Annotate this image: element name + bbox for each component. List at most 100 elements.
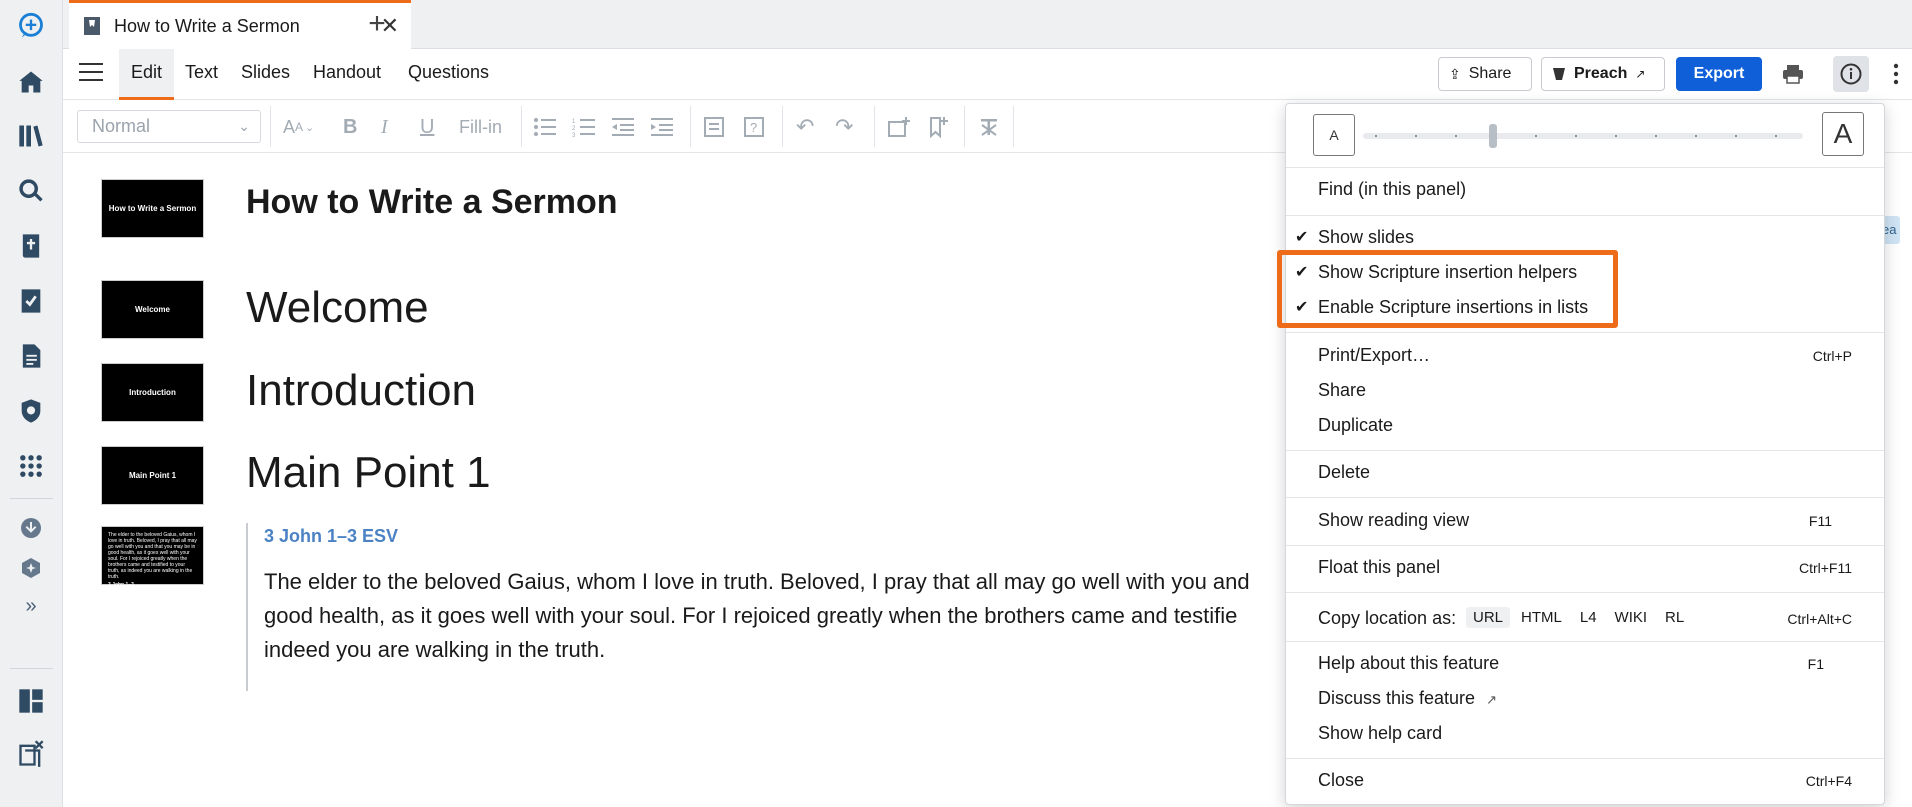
menu-item-discuss-feature[interactable]: Discuss this feature ↗ (1318, 688, 1497, 709)
paragraph-style-select[interactable]: Normal ⌄ (77, 110, 261, 143)
slide-thumbnail[interactable]: How to Write a Sermon (102, 180, 203, 237)
slide-thumbnail[interactable]: Main Point 1 (102, 447, 203, 504)
shortcut-print-export: Ctrl+P (1812, 348, 1852, 364)
menu-item-reading-view[interactable]: Show reading view (1318, 510, 1469, 531)
copy-option-url[interactable]: URL (1466, 607, 1511, 628)
copy-location-label: Copy location as: (1318, 608, 1457, 628)
preach-button[interactable]: Preach ↗ (1541, 57, 1665, 91)
numbered-list-icon[interactable]: 123 (572, 114, 596, 140)
add-slide-icon[interactable] (887, 114, 911, 140)
menu-item-duplicate[interactable]: Duplicate (1318, 415, 1393, 436)
bold-icon[interactable]: B (343, 114, 357, 140)
search-icon[interactable] (15, 175, 47, 207)
hexagon-badge-icon[interactable] (15, 552, 47, 584)
font-smaller-button[interactable]: A (1313, 114, 1355, 156)
svg-text:1: 1 (572, 119, 576, 125)
layout-panels-icon[interactable] (15, 685, 47, 717)
font-larger-button[interactable]: A (1822, 112, 1864, 156)
menu-bar: Edit Text Slides Handout Questions ⇪ Sha… (63, 49, 1912, 100)
panel-info-icon[interactable] (1833, 56, 1869, 92)
bullet-list-icon[interactable] (533, 114, 557, 140)
document-title[interactable]: How to Write a Sermon (246, 183, 618, 222)
hamburger-menu-icon[interactable] (79, 63, 103, 85)
external-link-icon: ↗ (1486, 692, 1497, 707)
tab-slides[interactable]: Slides (241, 49, 290, 100)
svg-text:2: 2 (572, 126, 576, 132)
shortcut-copy-location: Ctrl+Alt+C (1787, 611, 1852, 627)
svg-text:3: 3 (572, 133, 576, 137)
clear-formatting-icon[interactable] (978, 114, 1000, 140)
download-icon[interactable] (15, 512, 47, 544)
sermon-doc-icon (84, 17, 100, 35)
menu-item-help-feature[interactable]: Help about this feature (1318, 653, 1499, 674)
library-icon[interactable] (15, 120, 47, 152)
tab-edit[interactable]: Edit (119, 49, 175, 100)
italic-icon[interactable]: I (381, 114, 388, 140)
shortcut-float-panel: Ctrl+F11 (1798, 560, 1852, 576)
export-button[interactable]: Export (1676, 57, 1762, 91)
menu-item-close[interactable]: Close (1318, 770, 1364, 791)
menu-item-float-panel[interactable]: Float this panel (1318, 557, 1440, 578)
indent-icon[interactable] (650, 114, 674, 140)
heading-main-point-1[interactable]: Main Point 1 (246, 448, 491, 498)
font-size-slider-thumb[interactable] (1489, 124, 1497, 148)
tab-questions[interactable]: Questions (408, 49, 489, 100)
insert-block-icon[interactable] (703, 114, 725, 140)
tab-text[interactable]: Text (185, 49, 218, 100)
logos-search-logo-icon[interactable] (15, 10, 47, 42)
outdent-icon[interactable] (611, 114, 635, 140)
tab-handout[interactable]: Handout (313, 49, 381, 100)
checklist-icon[interactable] (15, 285, 47, 317)
scripture-block[interactable]: 3 John 1–3 ESV The elder to the beloved … (246, 523, 1346, 691)
menu-item-delete[interactable]: Delete (1318, 462, 1370, 483)
copy-location-options: URL HTML L4 WIKI RL (1466, 607, 1691, 628)
print-icon[interactable] (1780, 61, 1806, 87)
font-size-row: A A (1286, 104, 1884, 168)
heading-introduction[interactable]: Introduction (246, 366, 476, 416)
scripture-text: The elder to the beloved Gaius, whom I l… (264, 569, 1250, 662)
chevron-down-icon: ⌄ (238, 118, 250, 134)
redo-icon[interactable]: ↷ (835, 114, 853, 140)
bible-icon[interactable] (15, 230, 47, 262)
menu-item-find[interactable]: Find (in this panel) (1318, 179, 1466, 200)
document-icon[interactable] (15, 340, 47, 372)
slide-thumbnail[interactable]: Introduction (102, 364, 203, 421)
menu-item-print-export[interactable]: Print/Export… (1318, 345, 1430, 366)
svg-text:?: ? (750, 120, 757, 135)
more-options-icon[interactable] (1883, 61, 1909, 87)
insert-question-icon[interactable]: ? (743, 114, 765, 140)
heading-welcome[interactable]: Welcome (246, 283, 429, 333)
pulpit-icon (1553, 68, 1565, 80)
shortcut-reading-view: F11 (1808, 513, 1832, 529)
copy-option-wiki[interactable]: WIKI (1608, 607, 1655, 628)
shortcut-close: Ctrl+F4 (1805, 773, 1852, 789)
new-tab-button[interactable]: + (359, 6, 395, 42)
scripture-reference-link[interactable]: 3 John 1–3 ESV (264, 526, 1346, 547)
copy-option-html[interactable]: HTML (1514, 607, 1569, 628)
slide-thumbnail[interactable]: Welcome (102, 281, 203, 338)
tab-bar: How to Write a Sermon ✕ + (63, 0, 1912, 49)
expand-chevron-icon[interactable]: » (15, 590, 47, 622)
share-button[interactable]: ⇪ Share (1438, 57, 1532, 91)
close-panels-icon[interactable] (15, 738, 47, 770)
left-rail: » (0, 0, 63, 807)
apps-grid-icon[interactable] (15, 450, 47, 482)
font-size-slider[interactable] (1363, 124, 1803, 148)
add-bookmark-icon[interactable] (927, 114, 949, 140)
copy-option-rl[interactable]: RL (1658, 607, 1691, 628)
share-upload-icon: ⇪ (1449, 65, 1461, 82)
menu-item-show-slides[interactable]: ✔ Show slides (1295, 227, 1414, 248)
scripture-slide-thumbnail[interactable]: The elder to the beloved Gaius, whom I l… (102, 527, 203, 588)
undo-icon[interactable]: ↶ (796, 114, 814, 140)
underline-icon[interactable]: U (420, 114, 434, 140)
tab-title: How to Write a Sermon (114, 15, 300, 36)
shield-icon[interactable] (15, 395, 47, 427)
copy-option-l4[interactable]: L4 (1573, 607, 1604, 628)
menu-item-share[interactable]: Share (1318, 380, 1366, 401)
menu-item-help-card[interactable]: Show help card (1318, 723, 1442, 744)
check-icon: ✔ (1295, 229, 1309, 246)
home-icon[interactable] (15, 66, 47, 98)
fill-in-button[interactable]: Fill-in (459, 114, 502, 140)
font-size-icon[interactable]: A A ⌄ (283, 114, 314, 140)
external-link-icon: ↗ (1635, 67, 1646, 81)
